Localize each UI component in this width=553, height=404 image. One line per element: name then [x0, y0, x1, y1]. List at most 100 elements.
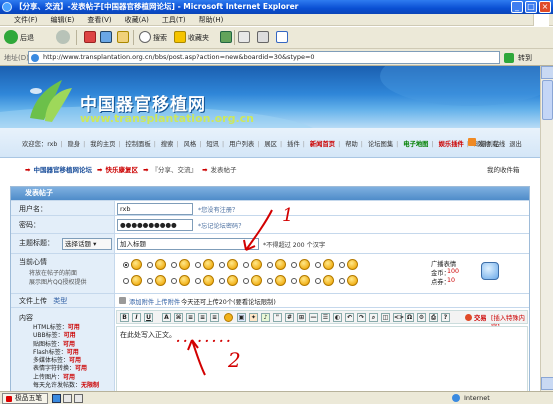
- mood-radio[interactable]: [339, 262, 345, 268]
- nav-news-home[interactable]: 新闻首页: [310, 141, 335, 148]
- refresh-icon[interactable]: [100, 31, 112, 43]
- html-button[interactable]: <>: [393, 313, 404, 322]
- hr-button[interactable]: —: [309, 313, 318, 322]
- menu-view[interactable]: 查看(V): [87, 15, 111, 25]
- quote-button[interactable]: ": [273, 313, 282, 322]
- stop-icon[interactable]: [84, 31, 96, 43]
- link-button[interactable]: ⌘: [174, 313, 183, 322]
- register-hint[interactable]: *您没有注册？: [198, 205, 238, 214]
- maximize-button[interactable]: □: [525, 1, 537, 13]
- vertical-scrollbar[interactable]: [540, 66, 553, 391]
- underline-button[interactable]: U: [144, 313, 153, 322]
- history-icon[interactable]: [220, 31, 232, 43]
- upload-type-link[interactable]: 类型: [53, 297, 67, 305]
- home-icon[interactable]: [117, 31, 129, 43]
- mood-radio[interactable]: [123, 262, 129, 268]
- favorites-star-icon[interactable]: [174, 31, 186, 43]
- mood-face-icon[interactable]: [203, 275, 214, 286]
- upload-attachment-link[interactable]: 上传附件: [155, 297, 180, 306]
- scroll-down-button[interactable]: [541, 377, 553, 390]
- mood-face-icon[interactable]: [179, 275, 190, 286]
- nav-link[interactable]: 我的主页: [90, 141, 115, 148]
- mood-face-icon[interactable]: [347, 275, 358, 286]
- mood-radio[interactable]: [315, 278, 321, 284]
- align-button[interactable]: ≡: [198, 313, 207, 322]
- search-replace-button[interactable]: ⌕: [369, 313, 378, 322]
- menu-help[interactable]: 帮助(H): [199, 15, 224, 25]
- nav-link[interactable]: 控制面板: [126, 141, 151, 148]
- nav-link[interactable]: 短讯: [206, 141, 219, 148]
- mood-face-icon[interactable]: [179, 259, 190, 270]
- mood-radio[interactable]: [171, 278, 177, 284]
- close-button[interactable]: ×: [539, 1, 551, 13]
- nav-link[interactable]: 论坛图集: [368, 141, 393, 148]
- color-button[interactable]: ◐: [333, 313, 342, 322]
- mood-radio[interactable]: [339, 278, 345, 284]
- font-button[interactable]: A: [162, 313, 171, 322]
- nav-map[interactable]: 电子地图: [403, 141, 428, 148]
- mood-face-icon[interactable]: [251, 275, 262, 286]
- nav-link[interactable]: 插件: [287, 141, 300, 148]
- mood-face-icon[interactable]: [347, 259, 358, 270]
- nav-link[interactable]: 搜索: [161, 141, 174, 148]
- go-arrow-icon[interactable]: [504, 53, 514, 63]
- mood-radio[interactable]: [195, 278, 201, 284]
- rss-icon[interactable]: [468, 138, 476, 146]
- align-button[interactable]: ≡: [210, 313, 219, 322]
- forgot-password-hint[interactable]: *忘记论坛密码？: [198, 221, 244, 230]
- mood-face-icon[interactable]: [275, 275, 286, 286]
- mood-radio[interactable]: [219, 262, 225, 268]
- breadcrumb-item[interactable]: 『分享、交流』: [152, 166, 198, 174]
- nav-link[interactable]: 帮助: [345, 141, 358, 148]
- nav-link[interactable]: 隐身: [67, 141, 80, 148]
- search-icon[interactable]: [139, 31, 151, 43]
- mood-radio[interactable]: [243, 278, 249, 284]
- mood-face-icon[interactable]: [155, 275, 166, 286]
- penguin-avatar-icon[interactable]: [481, 262, 499, 280]
- ime-punct-icon[interactable]: [63, 394, 72, 403]
- ime-indicator[interactable]: 极品五笔: [2, 393, 48, 404]
- mood-radio[interactable]: [291, 262, 297, 268]
- mood-face-icon[interactable]: [131, 259, 142, 270]
- scroll-up-button[interactable]: [541, 66, 553, 79]
- mood-face-icon[interactable]: [227, 259, 238, 270]
- scroll-thumb[interactable]: [542, 80, 553, 120]
- nav-plugins[interactable]: 娱乐插件: [439, 141, 464, 148]
- mood-face-icon[interactable]: [299, 275, 310, 286]
- trade-link[interactable]: 交易: [474, 313, 487, 322]
- nav-right-links[interactable]: 发帖 在线: [478, 139, 505, 148]
- username-field[interactable]: rxb: [117, 203, 193, 215]
- ime-keyboard-icon[interactable]: [74, 394, 83, 403]
- menu-tools[interactable]: 工具(T): [162, 15, 186, 25]
- italic-button[interactable]: I: [132, 313, 141, 322]
- mood-face-icon[interactable]: [203, 259, 214, 270]
- help-button[interactable]: ?: [441, 313, 450, 322]
- nav-link[interactable]: 风格: [184, 141, 197, 148]
- mood-radio[interactable]: [147, 262, 153, 268]
- topic-select[interactable]: 选择话题 ▾: [62, 238, 112, 250]
- mood-face-icon[interactable]: [155, 259, 166, 270]
- nav-link[interactable]: 展区: [264, 141, 277, 148]
- mood-radio[interactable]: [123, 278, 129, 284]
- mood-radio[interactable]: [195, 262, 201, 268]
- code-button[interactable]: #: [285, 313, 294, 322]
- password-field[interactable]: ●●●●●●●●●●: [117, 219, 193, 231]
- mood-radio[interactable]: [291, 278, 297, 284]
- mood-face-icon[interactable]: [251, 259, 262, 270]
- address-input[interactable]: http://www.transplantation.org.cn/bbs/po…: [28, 51, 500, 64]
- mood-face-icon[interactable]: [227, 275, 238, 286]
- inbox-link[interactable]: 我的收件箱: [487, 164, 520, 174]
- subject-input[interactable]: 加入标题: [117, 238, 259, 250]
- mood-radio[interactable]: [219, 278, 225, 284]
- mood-radio[interactable]: [315, 262, 321, 268]
- preview-button[interactable]: ◫: [381, 313, 390, 322]
- print-icon[interactable]: [257, 31, 269, 43]
- forward-icon[interactable]: [56, 30, 70, 44]
- back-label[interactable]: 后退: [20, 33, 34, 43]
- mood-radio[interactable]: [267, 278, 273, 284]
- favorites-label[interactable]: 收藏夹: [188, 33, 209, 43]
- list-button[interactable]: ☰: [321, 313, 330, 322]
- media-button[interactable]: ♪: [261, 313, 270, 322]
- special-button[interactable]: Ω: [405, 313, 414, 322]
- emoticon-icon[interactable]: [224, 313, 233, 322]
